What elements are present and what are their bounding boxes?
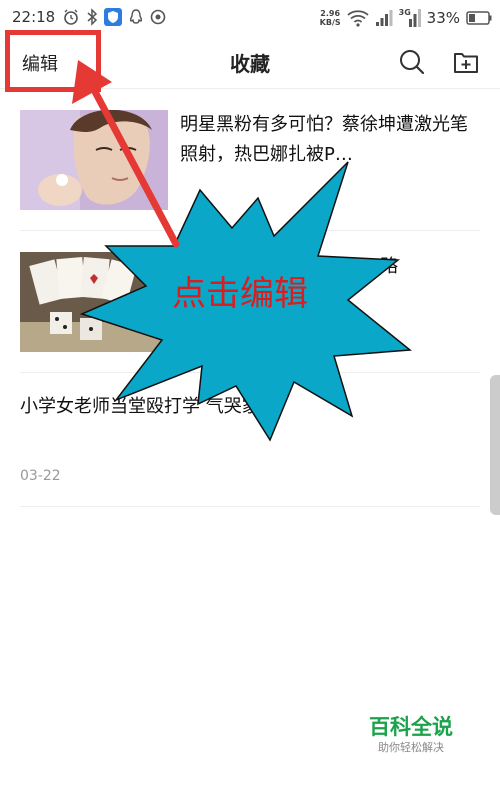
annotation-arrow	[72, 60, 180, 248]
scrollbar-handle[interactable]	[490, 375, 500, 515]
watermark: 百科全说 助你轻松解决	[366, 714, 456, 756]
watermark-subtitle: 助你轻松解决	[378, 741, 444, 754]
watermark-title: 百科全说	[369, 715, 453, 739]
